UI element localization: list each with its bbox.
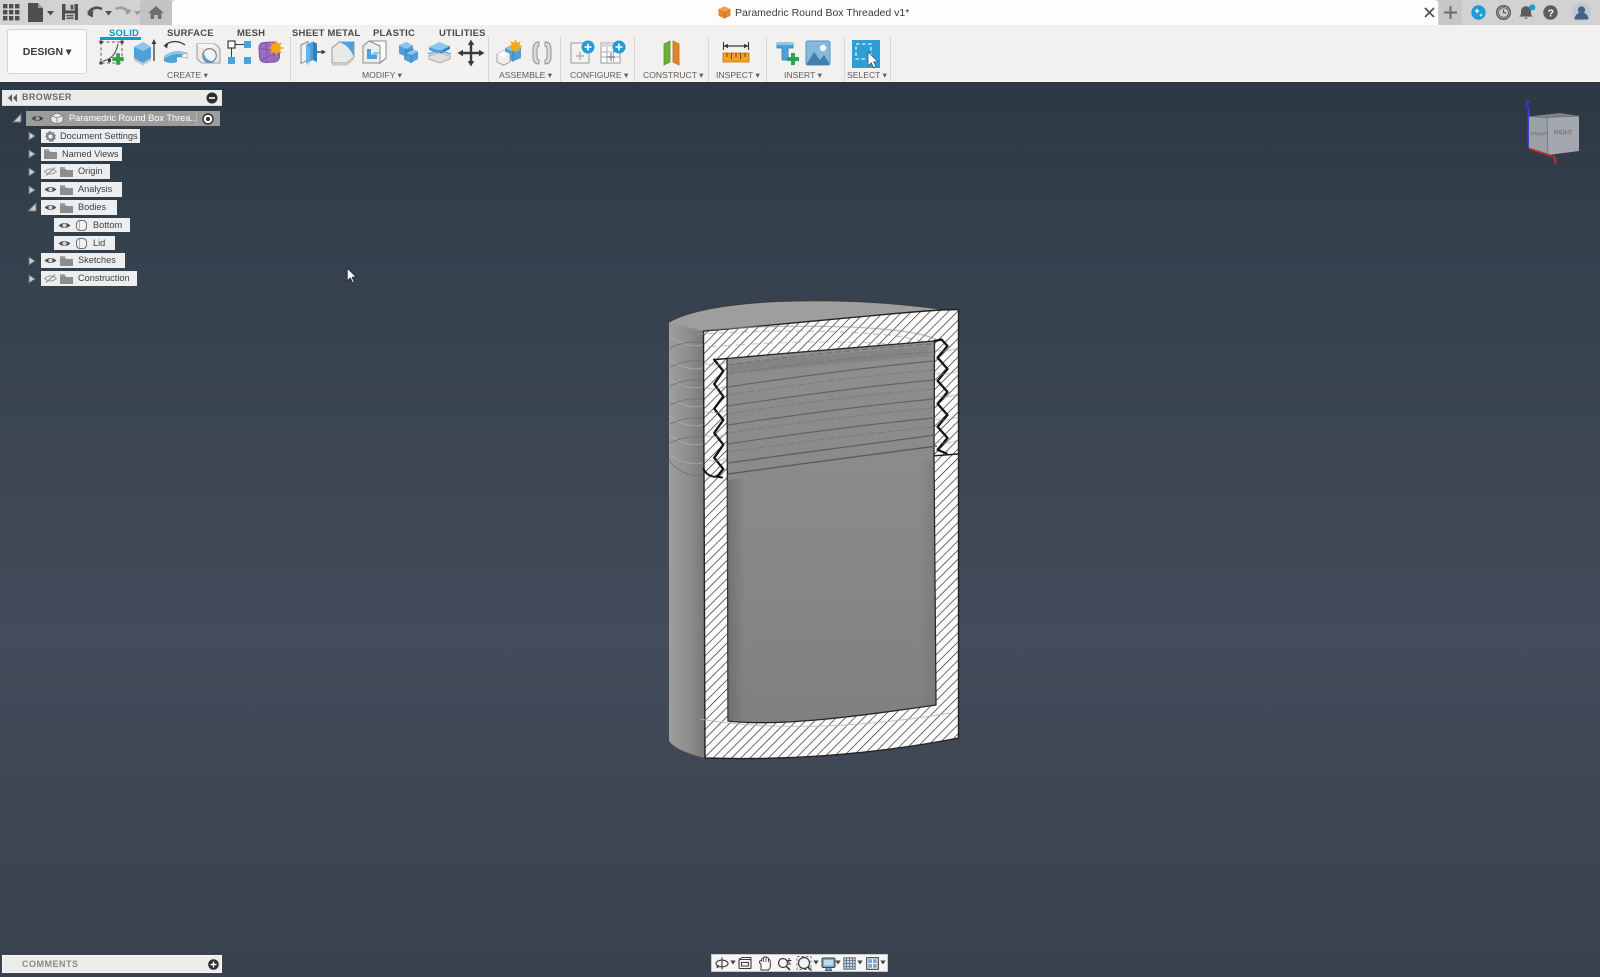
svg-text:FRONT: FRONT	[1531, 132, 1548, 138]
svg-text:RIGHT: RIGHT	[1554, 131, 1573, 137]
svg-text:Z: Z	[1525, 99, 1531, 109]
